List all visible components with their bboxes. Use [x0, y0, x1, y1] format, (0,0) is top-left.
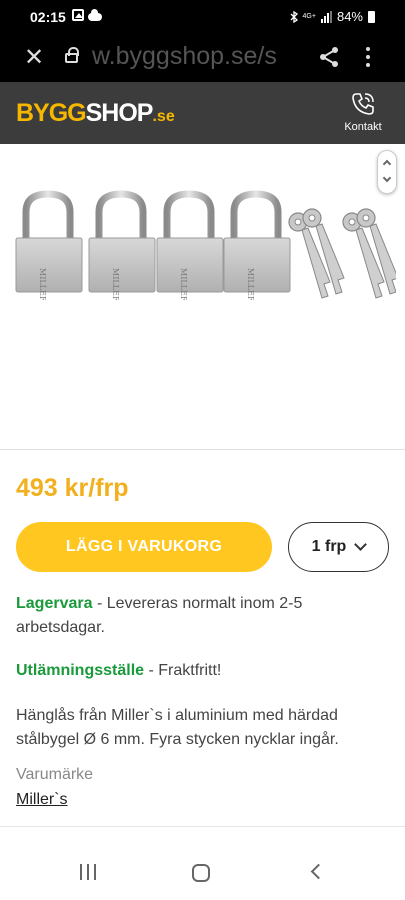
lock-brand-text-4: MILLER'S — [246, 268, 255, 300]
close-icon[interactable]: ✕ — [24, 43, 44, 72]
logo-part-shop: SHOP — [85, 99, 154, 127]
site-header: BYGGSHOP.se Kontakt — [0, 82, 405, 144]
battery-icon — [368, 10, 375, 23]
phone-icon — [352, 93, 374, 115]
notification-icons — [72, 9, 102, 21]
divider — [0, 826, 405, 827]
chevron-down-icon[interactable] — [382, 173, 392, 183]
quantity-value: 1 frp — [311, 538, 347, 555]
status-bar: 02:15 4G+ 84% — [0, 0, 405, 34]
recent-apps-icon[interactable] — [80, 864, 96, 880]
share-icon[interactable] — [318, 46, 340, 68]
status-time: 02:15 — [30, 9, 66, 25]
cloud-icon — [88, 9, 102, 21]
pickup-text: - Fraktfritt! — [144, 662, 222, 679]
brand-label: Varumärke — [16, 766, 94, 783]
more-options-icon[interactable] — [360, 44, 376, 70]
pickup-info: Utlämningsställe - Fraktfritt! — [16, 659, 386, 683]
site-logo[interactable]: BYGGSHOP.se — [16, 99, 175, 128]
system-navigation-bar — [0, 840, 405, 900]
battery-percent: 84% — [336, 9, 363, 24]
home-icon[interactable] — [192, 864, 210, 882]
product-price: 493 kr/frp — [16, 474, 129, 502]
chevron-up-icon[interactable] — [382, 159, 392, 169]
contact-button[interactable]: Kontakt — [333, 90, 393, 133]
brand-link[interactable]: Miller`s — [16, 791, 68, 809]
chevron-down-icon — [354, 538, 368, 551]
stock-label: Lagervara — [16, 595, 93, 612]
contact-label: Kontakt — [344, 121, 382, 133]
logo-part-se: .se — [152, 108, 175, 125]
network-type: 4G+ — [302, 13, 316, 20]
lock-brand-text-3: MILLER'S — [179, 268, 188, 300]
lock-icon[interactable] — [65, 47, 79, 63]
system-icons: 4G+ 84% — [290, 9, 375, 24]
lock-brand-text-1: MILLER'S — [38, 268, 47, 300]
quantity-select[interactable]: 1 frp — [288, 522, 389, 572]
url-bar[interactable]: w.byggshop.se/s — [92, 42, 304, 71]
back-icon[interactable] — [310, 863, 327, 880]
pickup-label: Utlämningsställe — [16, 662, 145, 679]
product-gallery[interactable]: MILLER'S MILLER'S MILLER'S MILLER'S — [0, 144, 405, 450]
product-image: MILLER'S MILLER'S MILLER'S MILLER'S — [14, 190, 396, 300]
lock-brand-text-2: MILLER'S — [111, 268, 120, 300]
stock-info: Lagervara - Levereras normalt inom 2-5 a… — [16, 592, 386, 640]
gallery-icon — [72, 9, 84, 21]
signal-icon — [320, 10, 332, 23]
logo-part-bygg: BYGG — [16, 99, 87, 127]
bluetooth-icon — [290, 10, 298, 23]
browser-toolbar: ✕ w.byggshop.se/s — [0, 34, 405, 82]
product-description: Hänglås från Miller`s i aluminium med hä… — [16, 707, 339, 748]
gallery-scroll-control[interactable] — [377, 150, 397, 194]
add-to-cart-button[interactable]: LÄGG I VARUKORG — [16, 522, 272, 572]
